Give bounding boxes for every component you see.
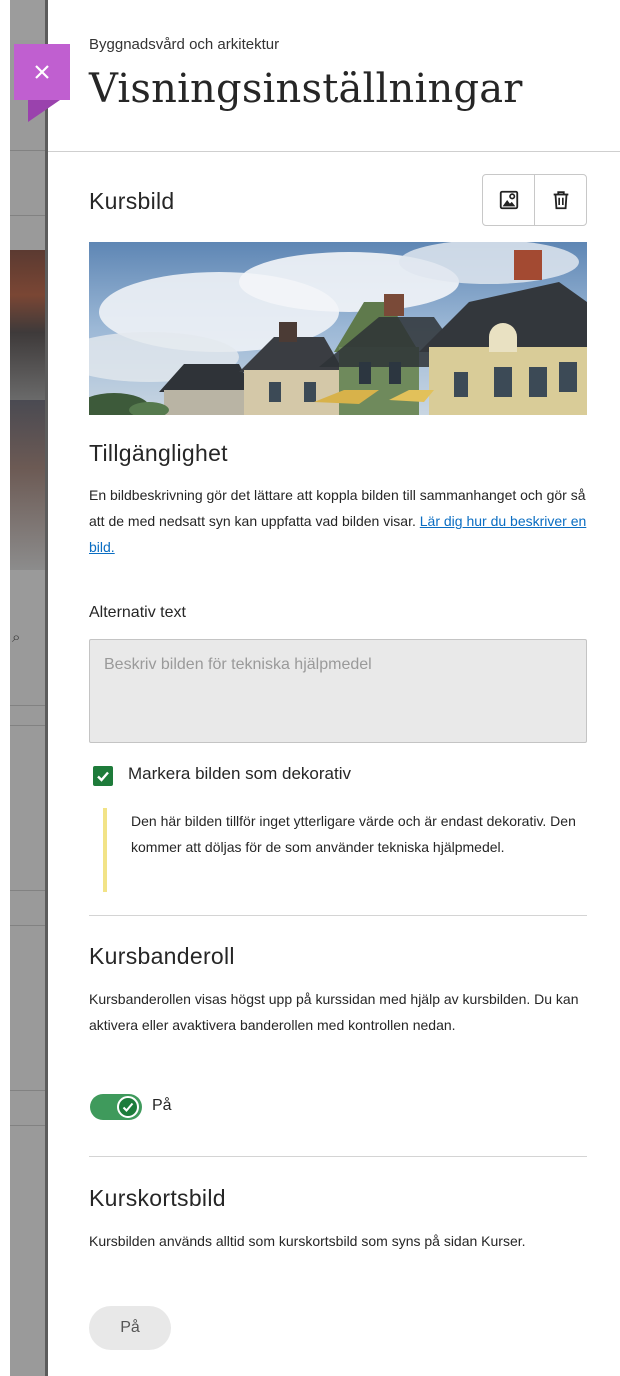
banner-toggle-label: På bbox=[152, 1097, 172, 1114]
header-divider bbox=[48, 151, 620, 152]
background-photo bbox=[10, 250, 48, 400]
left-gutter bbox=[0, 0, 10, 1376]
card-image-heading: Kurskortsbild bbox=[89, 1185, 226, 1211]
change-image-button[interactable] bbox=[483, 175, 534, 225]
card-image-description: Kursbilden används alltid som kurskortsb… bbox=[89, 1233, 526, 1249]
delete-image-button[interactable] bbox=[534, 175, 586, 225]
decorative-checkbox-label[interactable]: Markera bilden som dekorativ bbox=[128, 764, 351, 784]
accessibility-heading: Tillgänglighet bbox=[89, 440, 228, 466]
display-settings-panel: Byggnadsvård och arkitektur Visningsinst… bbox=[48, 0, 620, 1376]
course-name: Byggnadsvård och arkitektur bbox=[89, 36, 280, 53]
decorative-note: Den här bilden tillför inget ytterligare… bbox=[103, 808, 587, 892]
alt-text-input[interactable] bbox=[89, 639, 587, 743]
close-panel-button[interactable] bbox=[14, 44, 70, 122]
banner-heading: Kursbanderoll bbox=[89, 943, 235, 969]
course-image-heading: Kursbild bbox=[89, 188, 175, 214]
course-image-preview bbox=[89, 242, 587, 415]
decorative-checkbox[interactable] bbox=[93, 766, 113, 786]
background-photo bbox=[10, 400, 48, 570]
trash-icon bbox=[553, 191, 568, 210]
accessibility-description: En bildbeskrivning gör det lättare att k… bbox=[89, 482, 589, 560]
banner-toggle[interactable] bbox=[90, 1094, 142, 1120]
toggle-knob bbox=[117, 1096, 139, 1118]
image-edit-icon bbox=[499, 190, 518, 210]
search-icon: ⌕ bbox=[12, 629, 21, 646]
banner-description: Kursbanderollen visas högst upp på kurss… bbox=[89, 991, 579, 1033]
alt-text-label: Alternativ text bbox=[89, 604, 186, 621]
image-actions bbox=[482, 174, 587, 226]
section-divider bbox=[89, 915, 587, 916]
close-icon bbox=[35, 65, 49, 79]
checkmark-icon bbox=[97, 771, 109, 782]
checkmark-icon bbox=[122, 1102, 134, 1112]
background-page: ⌕ bbox=[10, 0, 48, 1376]
section-divider bbox=[89, 1156, 587, 1157]
card-image-state-badge: På bbox=[89, 1306, 171, 1350]
page-title: Visningsinställningar bbox=[89, 66, 523, 112]
